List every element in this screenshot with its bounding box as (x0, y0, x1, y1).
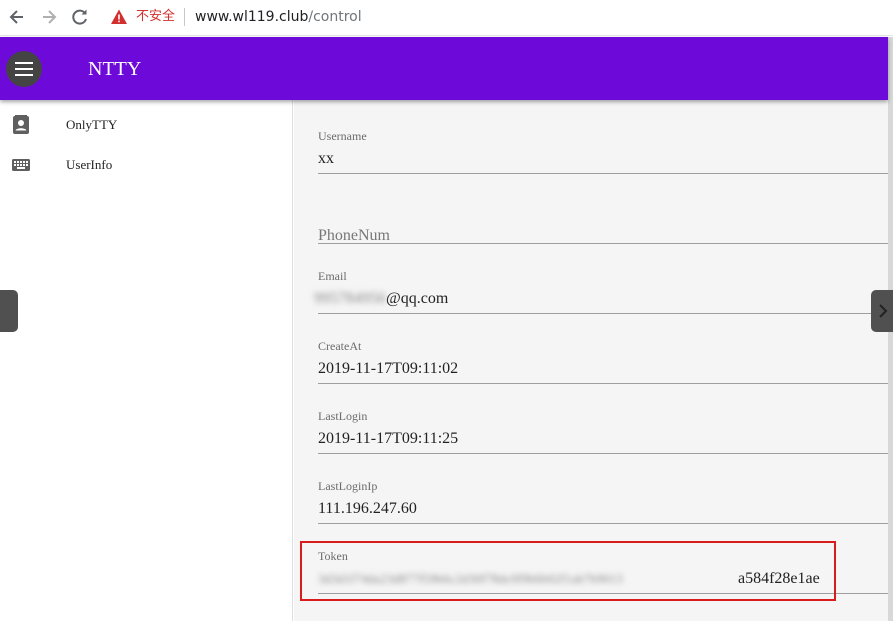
app-bar: NTTY (0, 37, 888, 100)
last-login-ip-field[interactable]: LastLoginIp 111.196.247.60 (318, 479, 888, 524)
sidebar: OnlyTTY UserInfo (0, 100, 293, 621)
email-redacted: 995784956 (314, 290, 386, 307)
left-scroll-tab[interactable] (0, 290, 18, 332)
token-highlight-box (300, 541, 836, 601)
sidebar-item-userinfo[interactable]: UserInfo (0, 145, 292, 185)
menu-icon-bar (15, 74, 33, 76)
app-title: NTTY (88, 58, 142, 80)
last-login-label: LastLogin (318, 409, 368, 423)
menu-icon-bar (15, 68, 33, 70)
menu-button[interactable] (6, 51, 42, 87)
address-bar[interactable]: www.wl119.club/control (195, 7, 362, 27)
keyboard-icon (11, 155, 31, 175)
phone-field[interactable]: PhoneNum (318, 207, 888, 244)
email-field[interactable]: Email 995784956@qq.com (314, 269, 888, 314)
contact-icon (11, 115, 31, 135)
chevron-right-icon (879, 304, 888, 318)
create-at-label: CreateAt (318, 339, 362, 353)
username-value: xx (318, 150, 334, 167)
email-label: Email (318, 269, 347, 283)
username-label: Username (318, 129, 367, 143)
last-login-field[interactable]: LastLogin 2019-11-17T09:11:25 (318, 409, 888, 454)
reload-icon[interactable] (69, 6, 91, 28)
forward-arrow-icon[interactable] (38, 6, 60, 28)
phone-placeholder: PhoneNum (318, 227, 390, 244)
create-at-value: 2019-11-17T09:11:02 (318, 360, 459, 377)
address-divider (184, 8, 185, 26)
back-arrow-icon[interactable] (6, 6, 28, 28)
sidebar-item-label: OnlyTTY (66, 117, 118, 132)
email-value: 995784956@qq.com (314, 289, 448, 309)
right-scroll-tab[interactable] (871, 290, 893, 332)
username-field[interactable]: Username xx (318, 129, 888, 174)
menu-icon (15, 62, 33, 64)
email-domain: @qq.com (386, 290, 449, 307)
url-host: www.wl119.club (195, 9, 309, 25)
sidebar-item-label: UserInfo (66, 157, 113, 172)
browser-toolbar: 不安全 www.wl119.club/control (0, 0, 893, 36)
last-login-value: 2019-11-17T09:11:25 (318, 430, 459, 447)
sidebar-item-onlytty[interactable]: OnlyTTY (0, 105, 292, 145)
last-login-ip-value: 111.196.247.60 (318, 500, 417, 517)
url-path: /control (308, 9, 362, 25)
create-at-field[interactable]: CreateAt 2019-11-17T09:11:02 (318, 339, 888, 384)
security-status[interactable]: 不安全 (136, 8, 175, 26)
last-login-ip-label: LastLoginIp (318, 479, 378, 493)
warning-icon[interactable] (110, 8, 128, 26)
